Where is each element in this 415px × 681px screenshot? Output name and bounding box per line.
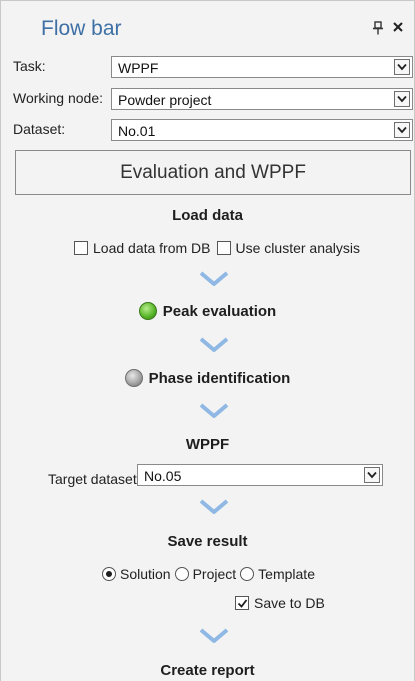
task-label: Task: — [13, 58, 46, 74]
load-options-row: Load data from DB Use cluster analysis — [74, 240, 364, 256]
step-create-report-title: Create report — [160, 662, 255, 679]
save-to-db-checkbox[interactable]: Save to DB — [235, 595, 325, 611]
save-to-db-label: Save to DB — [254, 595, 325, 611]
step-wppf-title: WPPF — [185, 436, 230, 453]
dataset-value: No.01 — [118, 123, 156, 139]
working-node-label: Working node: — [13, 90, 104, 106]
use-cluster-label: Use cluster analysis — [235, 240, 361, 256]
solution-label: Solution — [120, 566, 171, 582]
checkbox-box[interactable] — [235, 596, 249, 610]
flow-bar-panel: Flow bar Task: WPPF Working node: Powder… — [0, 0, 415, 681]
step-phase-identification-title: Phase identification — [148, 369, 291, 387]
save-to-db-row: Save to DB — [235, 595, 329, 611]
working-node-value: Powder project — [118, 92, 212, 108]
chevron-down-icon — [199, 499, 229, 514]
chevron-down-icon — [199, 271, 229, 286]
radio-button[interactable] — [240, 567, 255, 581]
chevron-down-icon — [199, 337, 229, 352]
use-cluster-checkbox[interactable]: Use cluster analysis — [216, 240, 361, 256]
dropdown-arrow-icon[interactable] — [394, 91, 410, 107]
status-dot-icon — [138, 302, 157, 320]
dropdown-arrow-icon[interactable] — [364, 467, 380, 483]
target-dataset-dropdown[interactable]: No.05 — [137, 464, 383, 486]
checkbox-box[interactable] — [216, 241, 231, 255]
target-dataset-value: No.05 — [144, 468, 182, 484]
working-node-dropdown[interactable]: Powder project — [111, 88, 413, 110]
section-header-evaluation-wppf[interactable]: Evaluation and WPPF — [15, 150, 411, 195]
load-from-db-label: Load data from DB — [93, 240, 211, 256]
radio-button[interactable] — [102, 567, 116, 581]
step-load-data-title: Load data — [172, 207, 243, 224]
project-label: Project — [192, 566, 237, 582]
pin-icon[interactable] — [372, 21, 384, 35]
solution-radio[interactable]: Solution — [102, 566, 171, 582]
panel-title: Flow bar — [41, 17, 122, 40]
target-dataset-label: Target dataset — [48, 471, 137, 487]
title-bar: Flow bar — [1, 1, 414, 49]
step-save-result-title: Save result — [167, 533, 248, 550]
close-icon[interactable] — [392, 21, 404, 33]
project-radio[interactable]: Project — [174, 566, 237, 582]
template-radio[interactable]: Template — [240, 566, 315, 582]
task-dropdown[interactable]: WPPF — [111, 56, 413, 78]
task-value: WPPF — [118, 60, 159, 76]
radio-button[interactable] — [174, 567, 189, 581]
dropdown-arrow-icon[interactable] — [394, 59, 410, 75]
checkbox-box[interactable] — [74, 241, 88, 255]
dataset-dropdown[interactable]: No.01 — [111, 119, 413, 141]
step-phase-identification[interactable]: Phase identification — [1, 369, 414, 387]
status-dot-icon — [124, 369, 143, 387]
template-label: Template — [258, 566, 315, 582]
save-result-options: Solution Project Template — [102, 566, 319, 582]
step-peak-evaluation-title: Peak evaluation — [162, 302, 277, 320]
dropdown-arrow-icon[interactable] — [394, 122, 410, 138]
load-from-db-checkbox[interactable]: Load data from DB — [74, 240, 211, 256]
dataset-label: Dataset: — [13, 121, 66, 137]
chevron-down-icon — [199, 628, 229, 643]
chevron-down-icon — [199, 403, 229, 418]
step-peak-evaluation[interactable]: Peak evaluation — [1, 302, 414, 320]
